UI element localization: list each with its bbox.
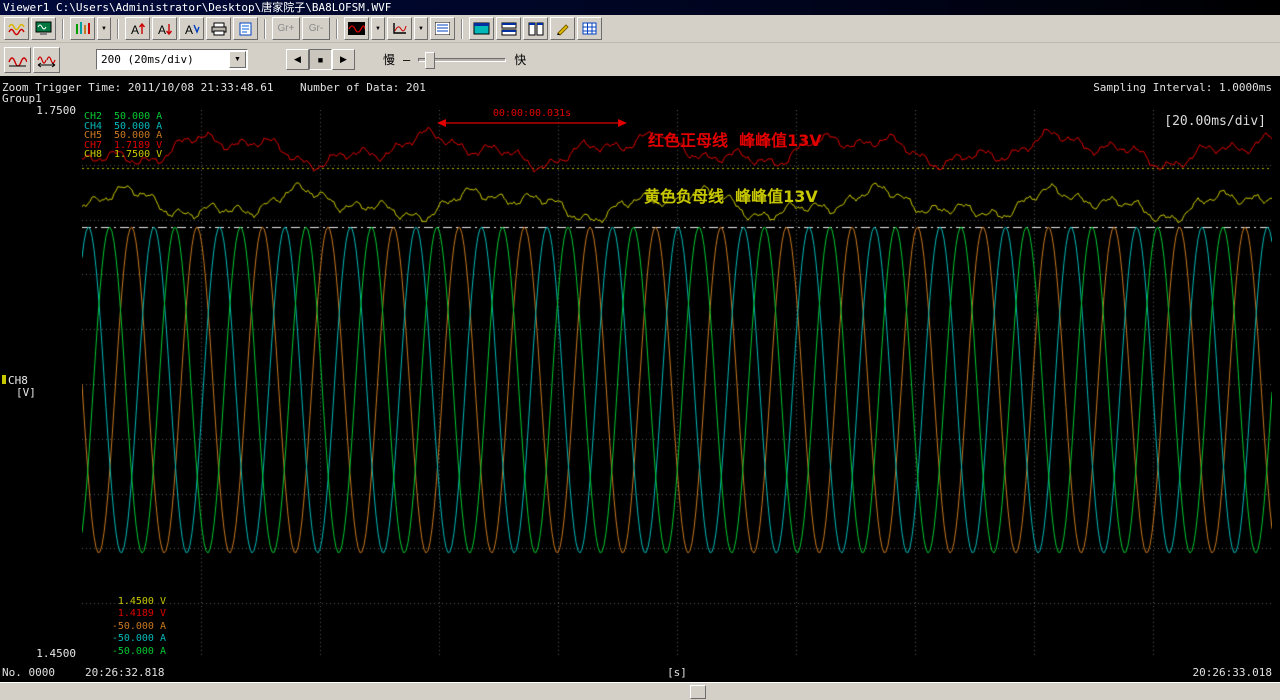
play-forward-button[interactable]: ▶ [332, 49, 355, 70]
wave-mode-dropdown[interactable] [371, 17, 385, 40]
waveform-panel: Zoom Trigger Time: 2011/10/08 21:33:48.6… [0, 76, 1280, 682]
channel-bars-icon [75, 22, 90, 35]
title-bar: Viewer1 C:\Users\Administrator\Desktop\唐… [0, 0, 1280, 15]
tile-vertical-button[interactable] [523, 17, 548, 40]
playback-controls: ◀ ■ ▶ [286, 49, 355, 70]
shrink-a-icon: A [157, 22, 173, 36]
new-view-button[interactable] [233, 17, 258, 40]
record-number-label: No. 0000 [2, 666, 55, 679]
tile-horizontal-button[interactable] [496, 17, 521, 40]
channel-color-chip [2, 375, 6, 384]
zoom-toolbar: 200 (20ms/div) ◀ ■ ▶ 慢 – 快 [0, 43, 1280, 76]
selected-channel-unit: [V] [16, 386, 36, 399]
channel-list-dropdown[interactable] [97, 17, 111, 40]
min-value: 1.4500 V [88, 596, 166, 608]
group-minus-button[interactable]: Gr- [302, 17, 330, 40]
toolbar-separator [336, 19, 338, 39]
fast-label: 快 [514, 51, 526, 68]
waveform-pair-icon [8, 22, 25, 36]
expand-vertical-button[interactable]: A [125, 17, 150, 40]
y-axis-top-label: 1.7500 [24, 104, 76, 117]
zoom-range-combobox[interactable]: 200 (20ms/div) [96, 49, 248, 70]
svg-text:A: A [131, 23, 139, 36]
red-wave-range-icon [37, 52, 56, 68]
tile-vertical-icon [528, 22, 544, 36]
y-axis-bottom-label: 1.4500 [24, 647, 76, 660]
wave-mode-icon [348, 22, 365, 35]
main-toolbar: A A A Gr+ Gr- [0, 15, 1280, 43]
edit-annotation-button[interactable] [550, 17, 575, 40]
display-settings-button[interactable] [31, 17, 56, 40]
min-value: -50.000 A [88, 633, 166, 645]
axis-scale-icon [392, 22, 407, 35]
min-value: -50.000 A [88, 646, 166, 658]
speed-slider-thumb[interactable] [425, 52, 435, 69]
shrink-vertical-button[interactable]: A [152, 17, 177, 40]
plot-area[interactable]: CH250.000 A CH450.000 A CH550.000 A CH71… [82, 110, 1272, 658]
print-button[interactable] [206, 17, 231, 40]
group-plus-button[interactable]: Gr+ [272, 17, 300, 40]
printer-icon [211, 22, 227, 36]
toolbar-separator [117, 19, 119, 39]
toolbar-separator [461, 19, 463, 39]
min-value: -50.000 A [88, 621, 166, 633]
channel-list-button[interactable] [70, 17, 95, 40]
zoom-range-value: 200 (20ms/div) [97, 53, 229, 66]
slow-label: 慢 [383, 51, 395, 68]
svg-text:A: A [158, 23, 166, 36]
channel-min-values: 1.4500 V 1.4189 V -50.000 A -50.000 A -5… [88, 596, 166, 658]
ms-per-div-label: [20.00ms/div] [1164, 114, 1266, 129]
expand-a-icon: A [130, 22, 146, 36]
numeric-view-button[interactable] [430, 17, 455, 40]
speed-minus-tick: – [403, 53, 410, 67]
zoom-wave-range-button[interactable] [33, 47, 60, 73]
data-count-label: Number of Data: 201 [300, 81, 426, 94]
svg-text:A: A [185, 23, 193, 36]
yellow-bus-annotation: 黄色负母线 峰峰值13V [644, 183, 818, 207]
toolbar-separator [264, 19, 266, 39]
grid-settings-button[interactable] [577, 17, 602, 40]
trigger-time-label: Zoom Trigger Time: 2011/10/08 21:33:48.6… [2, 81, 274, 94]
wave-mode-button[interactable] [344, 17, 369, 40]
cursor-a-icon: A [184, 22, 200, 36]
time-span-arrow-icon [437, 118, 627, 128]
horizontal-scrollbar[interactable] [0, 682, 1280, 700]
zoom-range-dropdown[interactable] [229, 51, 246, 68]
end-time-label: 20:26:33.018 [1193, 666, 1272, 679]
speed-control: 慢 – 快 [383, 51, 526, 68]
channel-legend: CH250.000 A CH450.000 A CH550.000 A CH71… [84, 112, 162, 160]
stop-button[interactable]: ■ [309, 49, 332, 70]
grid-icon [582, 22, 597, 35]
pencil-icon [555, 22, 570, 36]
legend-row: CH81.7500 V [84, 150, 162, 160]
scale-mode-dropdown[interactable] [414, 17, 428, 40]
time-unit-label: [s] [82, 666, 1272, 679]
open-waveform-button[interactable] [4, 17, 29, 40]
zoom-wave-button[interactable] [4, 47, 31, 73]
tile-horizontal-icon [501, 22, 517, 36]
min-value: 1.4189 V [88, 608, 166, 620]
sampling-interval-label: Sampling Interval: 1.0000ms [1093, 81, 1272, 94]
scrollbar-thumb[interactable] [690, 685, 706, 699]
red-bus-annotation: 红色正母线 峰峰值13V [648, 127, 822, 151]
cursor-measure-button[interactable]: A [179, 17, 204, 40]
crt-display-icon [35, 21, 52, 36]
toolbar-separator [62, 19, 64, 39]
single-window-button[interactable] [469, 17, 494, 40]
red-wave-icon [8, 52, 27, 68]
document-icon [239, 22, 252, 36]
scale-mode-button[interactable] [387, 17, 412, 40]
monitor-icon [473, 22, 490, 36]
speed-slider-track[interactable] [418, 58, 506, 62]
numeric-list-icon [435, 22, 450, 35]
play-back-button[interactable]: ◀ [286, 49, 309, 70]
window-title: Viewer1 C:\Users\Administrator\Desktop\唐… [3, 1, 391, 14]
